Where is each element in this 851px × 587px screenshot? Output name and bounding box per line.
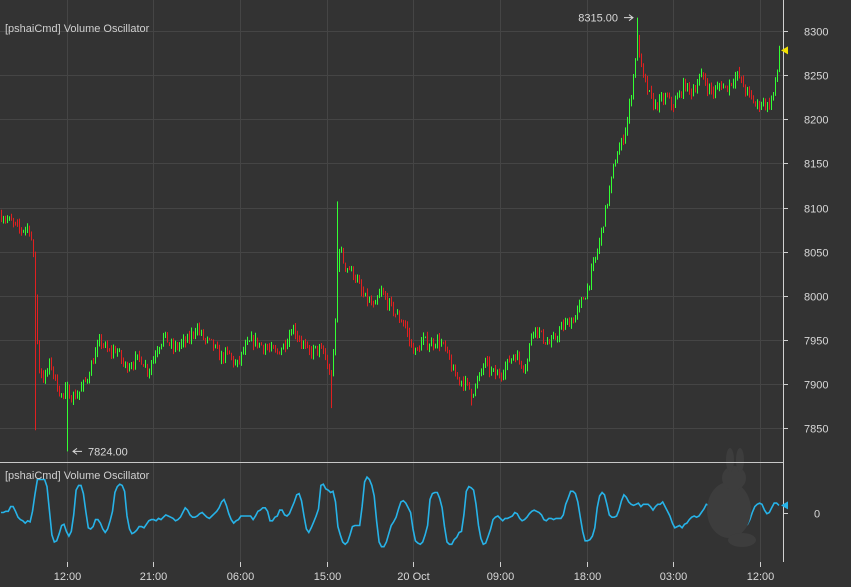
- oscillator-panel-title: [pshaiCmd] Volume Oscillator: [5, 470, 150, 482]
- price-tick-label: 8050: [804, 248, 828, 260]
- time-tick-label: 09:00: [487, 571, 515, 583]
- time-tick-label: 03:00: [660, 571, 688, 583]
- price-tick-label: 8300: [804, 27, 828, 39]
- time-tick-label: 21:00: [140, 571, 168, 583]
- osc-tick-label: 0: [814, 509, 820, 521]
- high-price-label: 8315.00: [578, 13, 618, 25]
- time-tick-label: 12:00: [54, 571, 82, 583]
- time-tick-label: 15:00: [314, 571, 342, 583]
- main-panel-title: [pshaiCmd] Volume Oscillator: [5, 23, 150, 35]
- price-tick-label: 7900: [804, 380, 828, 392]
- time-tick-label: 20 Oct: [397, 571, 429, 583]
- price-tick-label: 8250: [804, 71, 828, 83]
- price-tick-label: 7850: [804, 424, 828, 436]
- price-tick-label: 8000: [804, 292, 828, 304]
- price-tick-label: 8100: [804, 204, 828, 216]
- chart-canvas: 7850 7900 7950 8000 8050 8100 8150 8200 8250 8300…: [0, 0, 851, 587]
- price-tick-label: 7950: [804, 336, 828, 348]
- price-tick-label: 8200: [804, 115, 828, 127]
- time-tick-label: 12:00: [747, 571, 775, 583]
- time-tick-label: 06:00: [227, 571, 255, 583]
- time-tick-label: 18:00: [574, 571, 602, 583]
- low-price-label: 7824.00: [88, 446, 128, 458]
- price-tick-label: 8150: [804, 159, 828, 171]
